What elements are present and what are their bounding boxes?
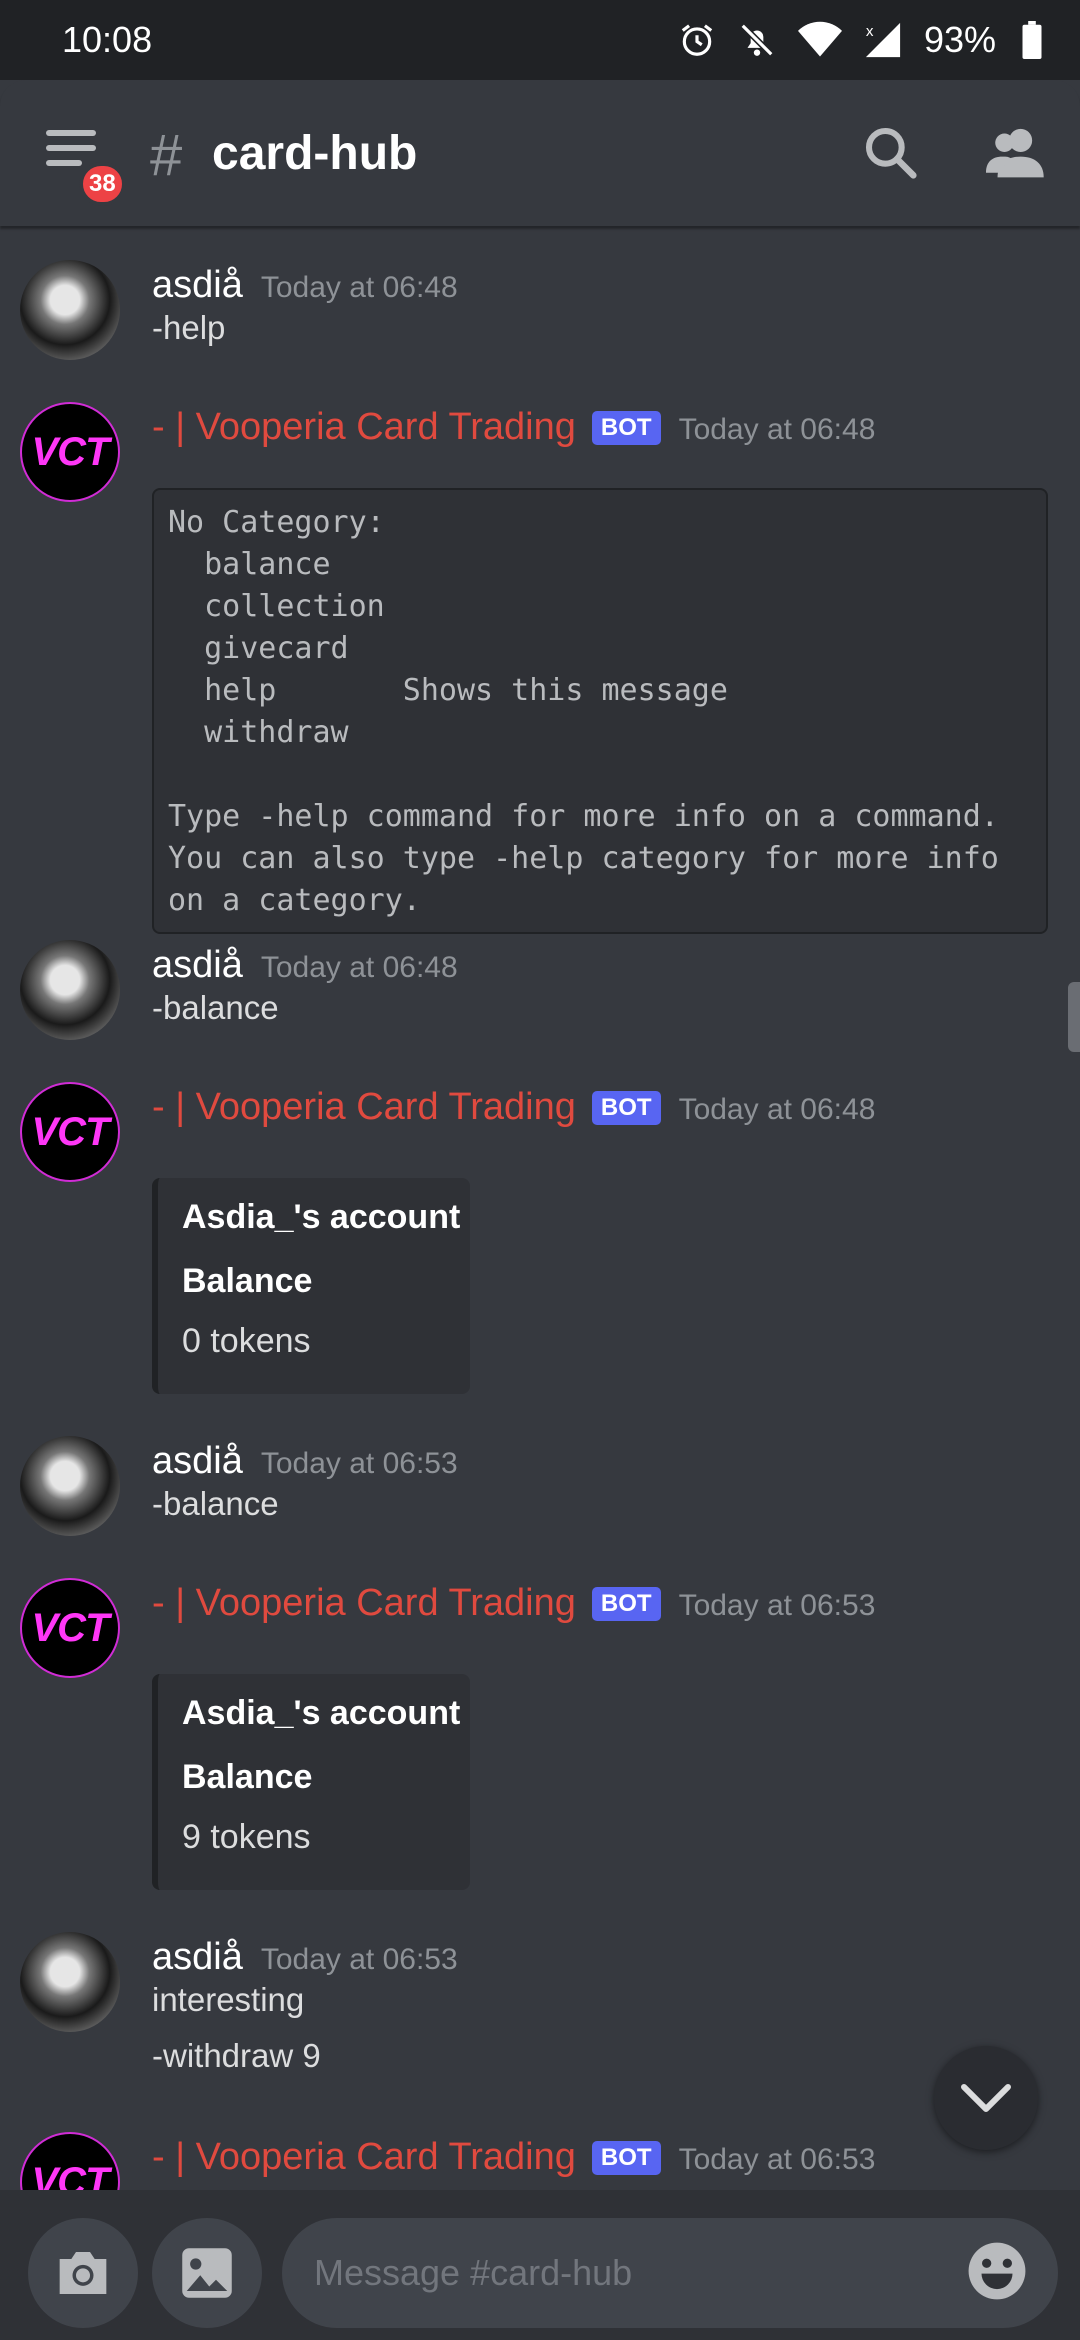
author-name[interactable]: - | Vooperia Card Trading [152, 2136, 576, 2179]
message-text: -help [152, 309, 226, 346]
avatar[interactable]: VCT [20, 1082, 120, 1182]
bot-avatar-text: VCT [31, 2159, 110, 2191]
message-text: -withdraw 9 [152, 2037, 321, 2074]
message-header: - | Vooperia Card Trading BOT Today at 0… [152, 2136, 875, 2179]
embed-field-name: Balance [182, 1758, 313, 1796]
timestamp: Today at 06:53 [678, 1589, 876, 1622]
author-name[interactable]: - | Vooperia Card Trading [152, 406, 576, 449]
status-time: 10:08 [62, 19, 153, 60]
message-header: - | Vooperia Card Trading BOT Today at 0… [152, 1086, 875, 1129]
timestamp: Today at 06:48 [678, 1093, 876, 1126]
embed-field-value: 0 tokens [182, 1322, 311, 1360]
message-text: -balance [152, 989, 279, 1026]
gallery-button[interactable] [152, 2218, 262, 2328]
timestamp: Today at 06:48 [260, 271, 458, 304]
embed-card: Asdia_'s account Balance 0 tokens [152, 1178, 470, 1394]
composer-bar [0, 2190, 1080, 2340]
message-header: - | Vooperia Card Trading BOT Today at 0… [152, 406, 875, 449]
embed-title: Asdia_'s account [182, 1694, 461, 1732]
battery-percent: 93% [923, 19, 996, 60]
bot-avatar-text: VCT [31, 429, 110, 474]
bot-avatar-text: VCT [31, 1109, 110, 1154]
timestamp: Today at 06:48 [260, 951, 458, 984]
embed-field-value: 9 tokens [182, 1818, 311, 1856]
avatar[interactable] [20, 940, 120, 1040]
avatar[interactable]: VCT [20, 2132, 120, 2190]
bell-off-icon [740, 23, 774, 57]
battery-icon [1022, 21, 1042, 59]
avatar[interactable]: VCT [20, 402, 120, 502]
timestamp: Today at 06:53 [678, 2143, 876, 2176]
embed-title: Asdia_'s account [182, 1198, 461, 1236]
members-icon[interactable] [986, 124, 1046, 180]
signal-icon: x [865, 22, 901, 58]
camera-button[interactable] [28, 2218, 138, 2328]
message-input[interactable] [282, 2218, 1058, 2328]
status-bar: 10:08 x 93% [0, 0, 1080, 80]
message-text: interesting [152, 1981, 305, 2018]
emoji-icon[interactable] [966, 2240, 1028, 2302]
unread-badge: 38 [79, 162, 126, 206]
avatar[interactable] [20, 1436, 120, 1536]
embed-field-name: Balance [182, 1262, 313, 1300]
message-list[interactable]: asdiå Today at 06:48 -help VCT - | Voope… [0, 226, 1080, 2190]
avatar[interactable] [20, 1932, 120, 2032]
avatar[interactable]: VCT [20, 1578, 120, 1678]
scrollbar-thumb[interactable] [1068, 982, 1080, 1052]
avatar[interactable] [20, 260, 120, 360]
bot-tag: BOT [591, 2141, 661, 2175]
bot-tag: BOT [591, 1091, 661, 1125]
status-icons: x 93% [678, 19, 1042, 61]
message-text: -balance [152, 1485, 279, 1522]
bot-avatar-text: VCT [31, 1605, 110, 1650]
message-header: - | Vooperia Card Trading BOT Today at 0… [152, 1582, 875, 1625]
wifi-icon [797, 21, 842, 57]
search-icon[interactable] [862, 124, 918, 180]
code-block: No Category: balance collection givecard… [152, 488, 1048, 934]
channel-header: 38 # card-hub [0, 80, 1080, 226]
alarm-icon [681, 24, 713, 56]
jump-to-bottom-button[interactable] [934, 2046, 1038, 2150]
channel-hash-icon: # [150, 123, 183, 188]
timestamp: Today at 06:48 [678, 413, 876, 446]
svg-text:x: x [866, 23, 874, 40]
timestamp: Today at 06:53 [260, 1447, 458, 1480]
author-name[interactable]: - | Vooperia Card Trading [152, 1086, 576, 1129]
menu-icon [46, 130, 96, 136]
author-name[interactable]: - | Vooperia Card Trading [152, 1582, 576, 1625]
camera-icon [59, 2252, 107, 2294]
embed-card: Asdia_'s account Balance 9 tokens [152, 1674, 470, 1890]
chevron-down-icon [961, 2084, 1011, 2112]
bot-tag: BOT [591, 411, 661, 445]
channel-title[interactable]: card-hub [212, 126, 417, 181]
bot-tag: BOT [591, 1587, 661, 1621]
image-icon [182, 2248, 232, 2298]
